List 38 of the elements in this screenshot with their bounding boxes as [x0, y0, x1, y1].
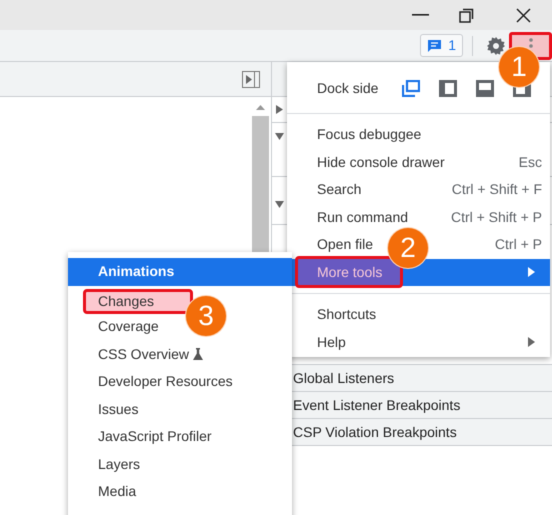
dock-option[interactable] [439, 80, 457, 96]
collapse-arrow-icon[interactable] [275, 201, 284, 208]
comment-icon [427, 38, 442, 52]
dock-option[interactable] [402, 80, 420, 96]
menu-item[interactable]: Changes [83, 289, 193, 314]
close-icon[interactable] [516, 8, 531, 22]
shortcut-label: Ctrl + Shift + P [450, 208, 542, 227]
scroll-up-icon[interactable] [256, 105, 264, 110]
menu-item[interactable]: Developer Resources [98, 371, 233, 392]
menu-item[interactable]: Search [317, 179, 362, 200]
menu-item[interactable]: Coverage [98, 316, 159, 338]
shortcut-label: Esc [518, 152, 542, 172]
menu-item[interactable]: JavaScript Profiler [98, 426, 212, 448]
shortcut-label: Ctrl + P [494, 235, 542, 254]
menu-item[interactable]: Run command [317, 206, 408, 228]
menu-item[interactable]: Focus debuggee [317, 124, 422, 146]
menu-item[interactable]: Issues [98, 398, 138, 420]
issues-button[interactable]: 1 [420, 34, 463, 57]
menu-item[interactable]: CSS Overview [98, 344, 190, 365]
dock-bottom-icon [476, 80, 494, 96]
menu-item[interactable]: Help [317, 332, 346, 353]
dock-left-icon [439, 80, 457, 96]
expand-arrow-icon[interactable] [276, 105, 283, 114]
menu-item[interactable]: Layers [98, 454, 140, 475]
minimize-icon[interactable] [412, 14, 429, 16]
menu-label: Dock side [317, 78, 380, 98]
menu-item[interactable]: Shortcuts [317, 304, 376, 326]
collapse-arrow-icon[interactable] [275, 133, 284, 140]
menu-item[interactable]: Animations [68, 258, 292, 286]
shortcut-label: Ctrl + Shift + F [452, 180, 542, 200]
sidebar-toggle-icon[interactable] [242, 70, 260, 88]
menu-item[interactable]: Open file [317, 234, 374, 256]
menu-item[interactable]: Media [98, 481, 136, 502]
settings-icon[interactable] [487, 36, 505, 54]
dock-option[interactable] [476, 80, 494, 96]
maximize-icon[interactable] [459, 8, 474, 22]
menu-item[interactable]: Hide console drawer [317, 152, 445, 173]
undock-icon [402, 80, 420, 96]
